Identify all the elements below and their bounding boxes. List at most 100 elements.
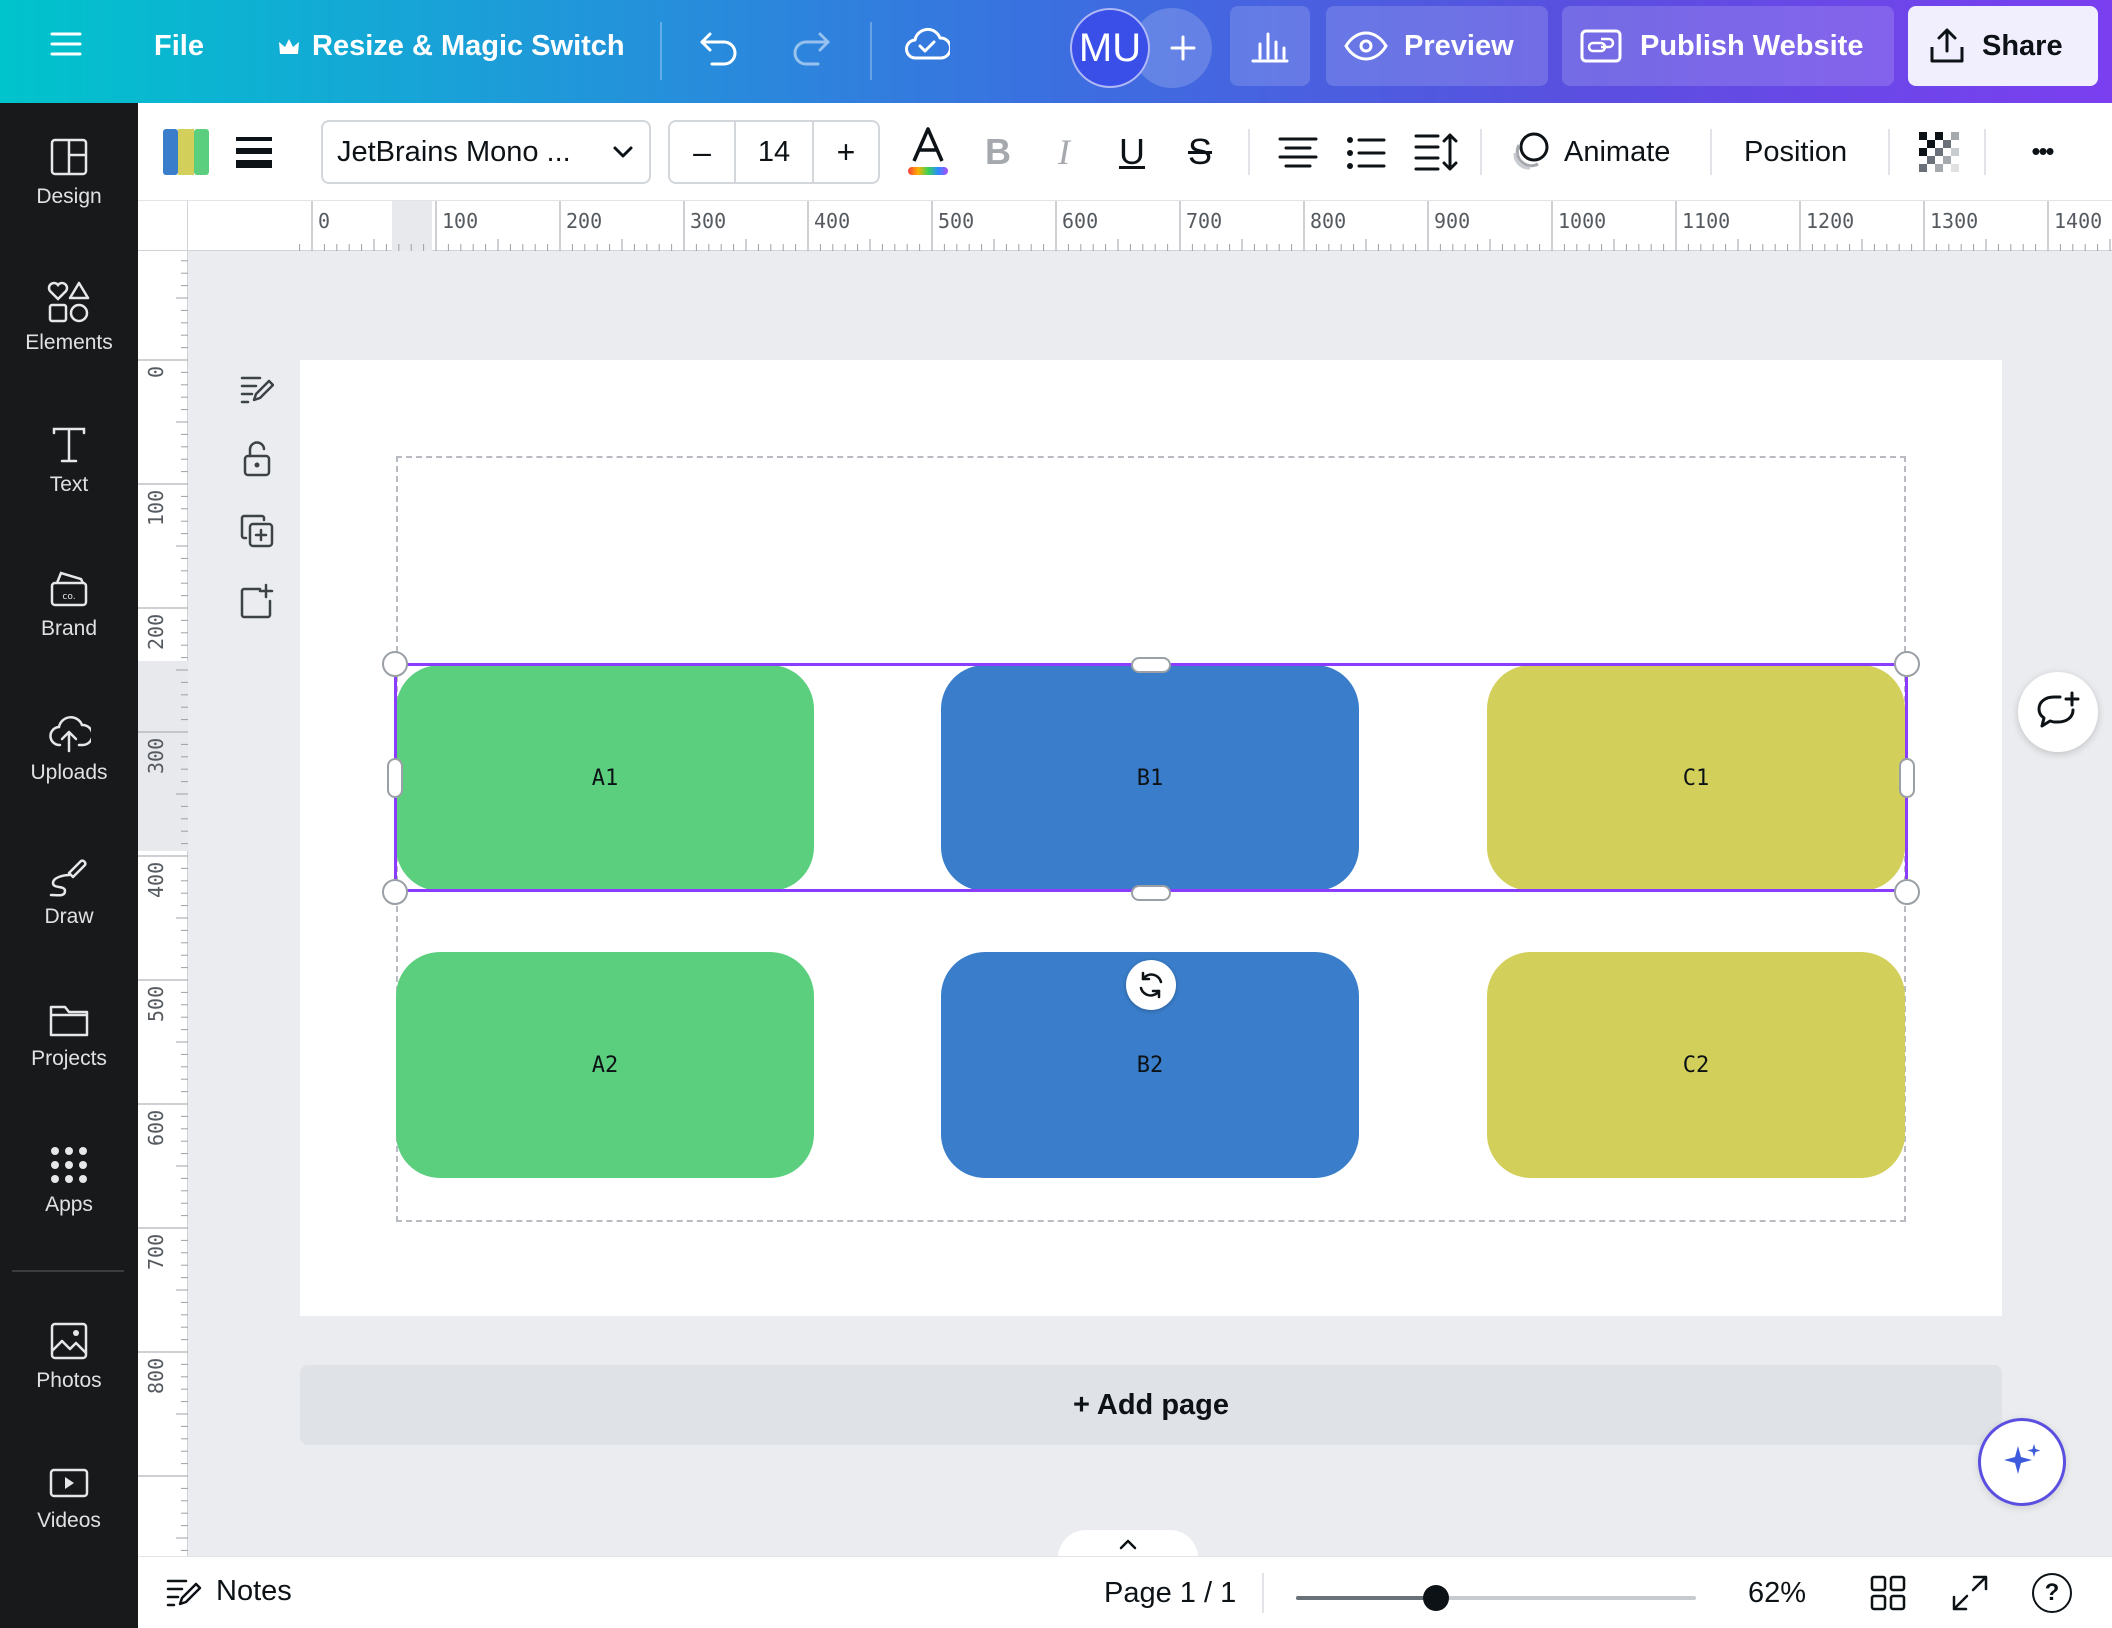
- cloud-upload-icon: [49, 716, 91, 753]
- ruler-v-label: 0: [144, 365, 168, 378]
- text-color-icon[interactable]: [904, 125, 952, 181]
- increase-font-size-button[interactable]: +: [814, 122, 878, 182]
- grid-view-icon[interactable]: [1870, 1575, 1906, 1611]
- ruler-v-label: 100: [144, 489, 168, 526]
- rail-item-uploads[interactable]: Uploads: [0, 713, 138, 833]
- zoom-percentage[interactable]: 62%: [1748, 1577, 1806, 1610]
- bullet-list-icon[interactable]: [1344, 133, 1388, 173]
- font-size-input[interactable]: 14: [734, 122, 814, 182]
- top-header: File Resize & Magic Switch MU Preview Pu…: [0, 0, 2112, 103]
- ruler-h-label: 1400: [2054, 209, 2103, 233]
- rotate-handle[interactable]: [1126, 960, 1176, 1010]
- zoom-slider-thumb[interactable]: [1423, 1585, 1449, 1611]
- color-swatch-button[interactable]: [162, 128, 210, 176]
- card-c1[interactable]: C1: [1487, 665, 1905, 891]
- ruler-h-label: 500: [938, 209, 975, 233]
- resize-magic-switch-button[interactable]: Resize & Magic Switch: [278, 30, 625, 63]
- add-page-button[interactable]: + Add page: [300, 1365, 2002, 1445]
- decrease-font-size-button[interactable]: –: [670, 122, 734, 182]
- ruler-v-label: 200: [144, 613, 168, 650]
- resize-handle-right[interactable]: [1899, 758, 1915, 798]
- user-avatar[interactable]: MU: [1070, 8, 1150, 88]
- edit-notes-icon[interactable]: [238, 370, 276, 408]
- rail-item-draw[interactable]: Draw: [0, 857, 138, 977]
- underline-button[interactable]: U: [1108, 129, 1156, 175]
- rail-item-projects[interactable]: Projects: [0, 1001, 138, 1121]
- resize-handle-top-left[interactable]: [382, 651, 408, 677]
- zoom-slider[interactable]: [1296, 1596, 1696, 1600]
- bar-chart-icon: [1251, 32, 1289, 63]
- page-indicator[interactable]: Page 1 / 1: [1104, 1577, 1236, 1610]
- fullscreen-icon[interactable]: [1952, 1575, 1988, 1611]
- italic-button[interactable]: I: [1040, 129, 1088, 175]
- strikethrough-button[interactable]: S: [1176, 129, 1224, 175]
- ruler-corner: [138, 201, 188, 251]
- unlock-icon[interactable]: [238, 440, 276, 478]
- cloud-saved-icon[interactable]: [904, 24, 950, 64]
- resize-handle-bottom-right[interactable]: [1894, 879, 1920, 905]
- ruler-h-label: 1300: [1930, 209, 1979, 233]
- resize-handle-bottom-left[interactable]: [382, 879, 408, 905]
- notes-button[interactable]: Notes: [166, 1575, 292, 1608]
- add-element-icon[interactable]: [238, 582, 276, 620]
- ruler-h-label: 400: [814, 209, 851, 233]
- help-button[interactable]: ?: [2032, 1573, 2072, 1613]
- more-options-button[interactable]: •••: [2010, 125, 2074, 177]
- share-button[interactable]: Share: [1908, 6, 2098, 86]
- resize-handle-top[interactable]: [1131, 657, 1171, 673]
- ruler-h-label: 1000: [1558, 209, 1607, 233]
- position-button[interactable]: Position: [1744, 129, 1847, 175]
- redo-icon[interactable]: [790, 26, 832, 66]
- rail-item-design[interactable]: Design: [0, 137, 138, 257]
- share-upload-icon: [1930, 28, 1964, 63]
- card-c2[interactable]: C2: [1487, 952, 1905, 1178]
- resize-handle-top-right[interactable]: [1894, 651, 1920, 677]
- crown-icon: [278, 37, 300, 57]
- card-a2[interactable]: A2: [396, 952, 814, 1178]
- undo-icon[interactable]: [698, 26, 740, 66]
- chevron-down-icon: [611, 140, 635, 164]
- align-center-icon[interactable]: [1276, 133, 1320, 173]
- duplicate-icon[interactable]: [238, 512, 276, 550]
- card-a1[interactable]: A1: [396, 665, 814, 891]
- zoom-slider-fill: [1296, 1596, 1436, 1600]
- file-menu[interactable]: File: [154, 30, 204, 63]
- resize-handle-bottom[interactable]: [1131, 885, 1171, 901]
- resize-handle-left[interactable]: [387, 758, 403, 798]
- ruler-h-label: 200: [566, 209, 603, 233]
- ruler-v-label: 400: [144, 861, 168, 898]
- card-b1[interactable]: B1: [941, 665, 1359, 891]
- add-comment-button[interactable]: [2018, 672, 2098, 752]
- publish-website-button[interactable]: Publish Website: [1562, 6, 1894, 86]
- rail-item-text[interactable]: Text: [0, 425, 138, 545]
- color-palette-icon: [163, 129, 209, 175]
- line-spacing-icon[interactable]: [1412, 131, 1460, 173]
- rail-item-photos[interactable]: Photos: [0, 1321, 138, 1441]
- insights-button[interactable]: [1230, 6, 1310, 86]
- hamburger-icon[interactable]: [50, 28, 82, 60]
- image-icon: [50, 1322, 88, 1360]
- ruler-v-label: 500: [144, 985, 168, 1022]
- toolbar-separator: [1888, 129, 1890, 175]
- rotate-icon: [1139, 971, 1163, 999]
- text-icon: [52, 427, 86, 463]
- preview-button[interactable]: Preview: [1326, 6, 1548, 86]
- show-pages-button[interactable]: [1058, 1530, 1198, 1558]
- bold-button[interactable]: B: [974, 129, 1022, 175]
- layout-icon: [50, 138, 88, 176]
- line-style-icon[interactable]: [234, 132, 274, 172]
- animate-button[interactable]: Animate: [1510, 129, 1670, 175]
- rail-item-brand[interactable]: co. Brand: [0, 569, 138, 689]
- transparency-icon[interactable]: [1918, 131, 1960, 173]
- magic-assistant-button[interactable]: [1978, 1418, 2066, 1506]
- rail-item-apps[interactable]: Apps: [0, 1145, 138, 1265]
- font-family-dropdown[interactable]: JetBrains Mono ...: [321, 120, 651, 184]
- rail-item-videos[interactable]: Videos: [0, 1465, 138, 1585]
- folder-icon: [49, 1005, 89, 1037]
- rail-item-elements[interactable]: Elements: [0, 281, 138, 401]
- comment-add-icon: [2037, 691, 2080, 728]
- eye-icon: [1344, 31, 1388, 61]
- ruler-h-label: 1100: [1682, 209, 1731, 233]
- footer-separator: [1262, 1573, 1264, 1613]
- side-navigation: Design Elements Text co. Brand Uploads D…: [0, 103, 138, 1628]
